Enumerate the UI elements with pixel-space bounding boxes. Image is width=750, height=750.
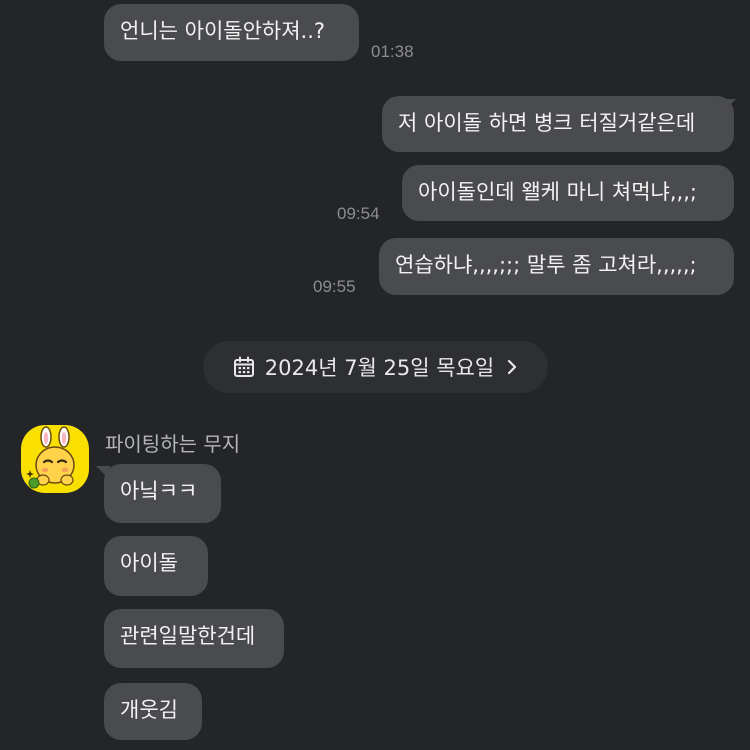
message-bubble[interactable]: 연습하냐,,,,;;; 말투 좀 고쳐라,,,,,; xyxy=(379,238,734,295)
message-text: 아이돌인데 왤케 마니 쳐먹냐,,,; xyxy=(418,180,697,204)
message-bubble[interactable]: 아닠ㅋㅋ xyxy=(104,464,221,523)
calendar-icon xyxy=(233,356,255,378)
message-time: 09:55 xyxy=(313,277,356,296)
muzi-avatar[interactable] xyxy=(21,425,89,493)
message-time: 01:38 xyxy=(371,42,414,61)
date-label: 2024년 7월 25일 목요일 xyxy=(264,356,495,380)
message-bubble[interactable]: 저 아이돌 하면 병크 터질거같은데 xyxy=(382,96,734,152)
sender-name: 파이팅하는 무지 xyxy=(105,432,241,456)
message-bubble[interactable]: 아이돌 xyxy=(104,536,208,596)
message-text: 언니는 아이돌안하져..? xyxy=(120,19,326,43)
message-bubble[interactable]: 관련일말한건데 xyxy=(104,609,284,668)
message-text: 저 아이돌 하면 병크 터질거같은데 xyxy=(398,111,696,135)
message-text: 연습하냐,,,,;;; 말투 좀 고쳐라,,,,,; xyxy=(395,253,697,277)
message-time: 09:54 xyxy=(337,204,380,223)
message-bubble[interactable]: 언니는 아이돌안하져..? xyxy=(104,4,359,61)
message-text: 아닠ㅋㅋ xyxy=(120,479,198,503)
chevron-right-icon xyxy=(506,358,518,376)
message-bubble[interactable]: 아이돌인데 왤케 마니 쳐먹냐,,,; xyxy=(402,165,734,221)
message-text: 아이돌 xyxy=(120,551,178,575)
message-text: 관련일말한건데 xyxy=(120,624,256,648)
message-text: 개웃김 xyxy=(120,698,178,722)
message-bubble[interactable]: 개웃김 xyxy=(104,683,202,740)
date-separator[interactable]: 2024년 7월 25일 목요일 xyxy=(203,341,548,393)
